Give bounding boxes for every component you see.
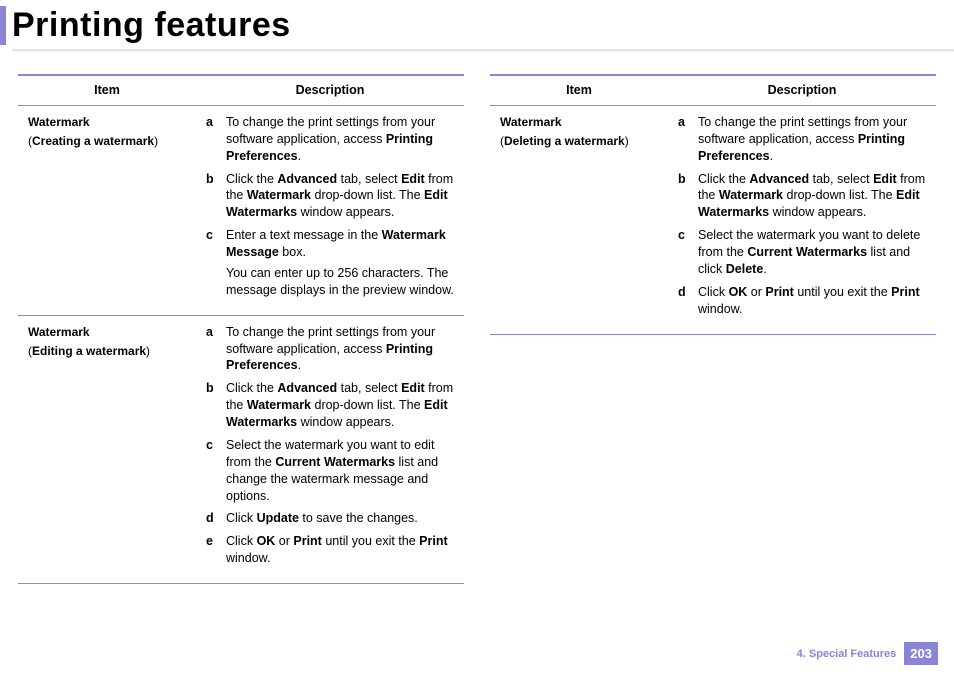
page-title-bar: Printing features	[0, 6, 954, 45]
item-sub: (Editing a watermark)	[28, 344, 150, 358]
step-item: To change the print settings from your s…	[206, 114, 454, 165]
page-number: 203	[904, 642, 938, 665]
feature-table-right: Item Description Watermark (Deleting a wa…	[490, 74, 936, 335]
description-cell: To change the print settings from your s…	[668, 105, 936, 334]
step-list: To change the print settings from your s…	[206, 324, 454, 567]
step-item: Click Update to save the changes.	[206, 510, 454, 527]
right-column: Item Description Watermark (Deleting a wa…	[490, 74, 936, 584]
chapter-label: 4. Special Features	[797, 648, 897, 660]
item-main: Watermark	[500, 114, 658, 130]
content-columns: Item Description Watermark (Creating a wa…	[0, 74, 954, 584]
step-list: To change the print settings from your s…	[678, 114, 926, 318]
col-header-description: Description	[668, 75, 936, 105]
step-item: To change the print settings from your s…	[678, 114, 926, 165]
step-item: Select the watermark you want to edit fr…	[206, 437, 454, 505]
feature-table-left: Item Description Watermark (Creating a wa…	[18, 74, 464, 584]
col-header-item: Item	[490, 75, 668, 105]
col-header-item: Item	[18, 75, 196, 105]
item-cell: Watermark (Editing a watermark)	[18, 315, 196, 583]
step-item: To change the print settings from your s…	[206, 324, 454, 375]
step-item: Click the Advanced tab, select Edit from…	[678, 171, 926, 222]
description-cell: To change the print settings from your s…	[196, 315, 464, 583]
step-item: Select the watermark you want to delete …	[678, 227, 926, 278]
item-sub: (Deleting a watermark)	[500, 134, 629, 148]
step-item: Click OK or Print until you exit the Pri…	[678, 284, 926, 318]
item-main: Watermark	[28, 324, 186, 340]
step-item: Click OK or Print until you exit the Pri…	[206, 533, 454, 567]
page-title: Printing features	[12, 6, 954, 45]
step-item: Click the Advanced tab, select Edit from…	[206, 380, 454, 431]
step-item: Enter a text message in the Watermark Me…	[206, 227, 454, 299]
table-row: Watermark (Creating a watermark) To change…	[18, 105, 464, 315]
item-cell: Watermark (Deleting a watermark)	[490, 105, 668, 334]
table-row: Watermark (Editing a watermark) To change …	[18, 315, 464, 583]
item-sub: (Creating a watermark)	[28, 134, 158, 148]
step-list: To change the print settings from your s…	[206, 114, 454, 299]
left-column: Item Description Watermark (Creating a wa…	[18, 74, 464, 584]
step-extra: You can enter up to 256 characters. The …	[226, 265, 454, 299]
title-underline	[12, 49, 954, 52]
step-item: Click the Advanced tab, select Edit from…	[206, 171, 454, 222]
table-row: Watermark (Deleting a watermark) To change…	[490, 105, 936, 334]
description-cell: To change the print settings from your s…	[196, 105, 464, 315]
col-header-description: Description	[196, 75, 464, 105]
item-main: Watermark	[28, 114, 186, 130]
item-cell: Watermark (Creating a watermark)	[18, 105, 196, 315]
page-footer: 4. Special Features 203	[797, 642, 938, 665]
